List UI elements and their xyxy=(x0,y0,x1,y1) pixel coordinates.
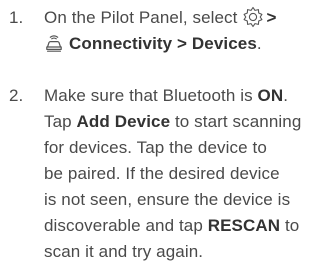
step-2-text-1: Make sure that Bluetooth is xyxy=(44,86,253,105)
step-2-line-6: discoverable and tap RESCAN to xyxy=(44,213,326,239)
step-2-line-7: scan it and try again. xyxy=(44,242,204,261)
step-2-text-6-end: to xyxy=(284,216,300,235)
step-2-line-2: Tap Add Device to start scanning xyxy=(44,109,326,135)
step-2-line-1: Make sure that Bluetooth is ON. xyxy=(44,83,326,109)
step-2-number: 2. xyxy=(9,86,24,105)
instruction-steps: 1. On the Pilot Panel, select > Connectiv… xyxy=(0,0,332,261)
step-2-rescan-label: RESCAN xyxy=(207,216,281,235)
step-2-text-2: Tap xyxy=(44,112,72,131)
step-2-line-3: for devices. Tap the device to xyxy=(44,138,267,157)
step-1-text: On the Pilot Panel, select > Connectivity… xyxy=(44,5,326,57)
step-1-number: 1. xyxy=(9,8,24,27)
step-1-devices: Devices xyxy=(191,34,257,53)
step-1-period: . xyxy=(256,34,262,53)
car-connectivity-icon xyxy=(44,33,64,53)
step-2-line-4: be paired. If the desired device xyxy=(44,164,280,183)
step-1-arrow-1: > xyxy=(266,8,277,27)
step-2-add-device-label: Add Device xyxy=(76,112,171,131)
step-1-line-1: On the Pilot Panel, select > xyxy=(44,5,326,31)
step-1-line-2: Connectivity > Devices. xyxy=(44,31,326,57)
step-2-on-label: ON xyxy=(257,86,284,105)
step-2-period-1: . xyxy=(283,86,289,105)
step-1-connectivity: Connectivity xyxy=(69,34,173,53)
step-1-arrow-2: > xyxy=(177,34,188,53)
step-2-text-6: discoverable and tap xyxy=(44,216,203,235)
step-1-prefix: On the Pilot Panel, select xyxy=(44,8,238,27)
pilot-panel-hub-icon xyxy=(242,6,264,28)
step-2-line-5: is not seen, ensure the device is xyxy=(44,190,291,209)
step-2-text: Make sure that Bluetooth is ON. Tap Add … xyxy=(44,83,326,265)
step-2-text-2-end: to start scanning xyxy=(174,112,302,131)
